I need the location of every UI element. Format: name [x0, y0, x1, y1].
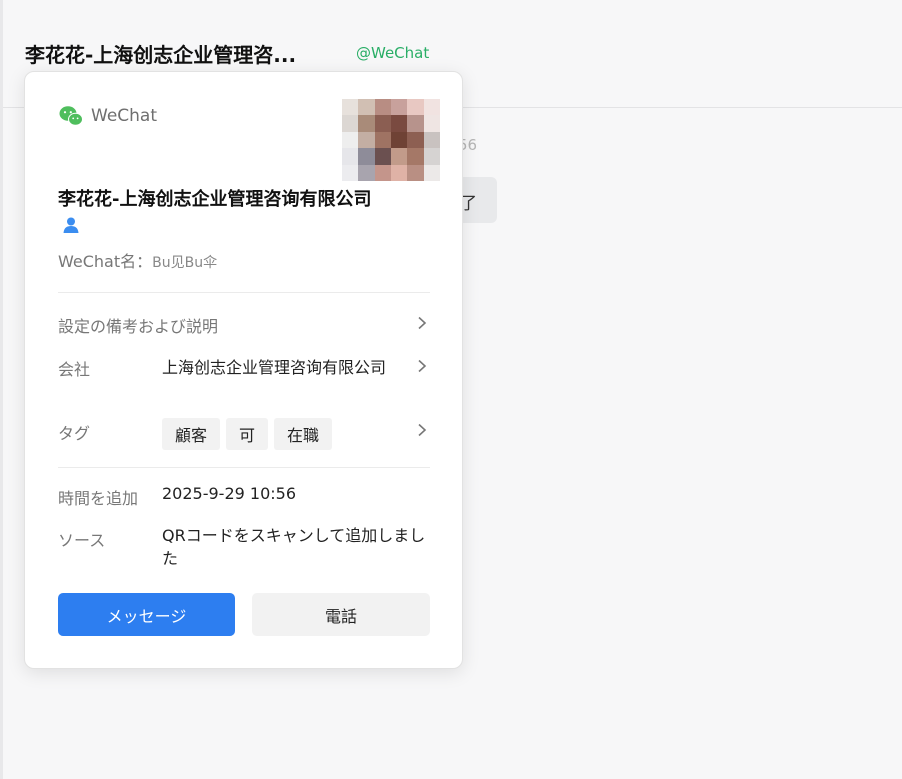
chevron-right-icon[interactable] — [416, 315, 428, 330]
message-button[interactable]: メッセージ — [58, 593, 235, 636]
contact-name-text: 李花花-上海创志企业管理咨询有限公司 — [58, 189, 372, 210]
wechat-id: WeChat名：Bu见Bu伞 — [58, 248, 217, 272]
tag-employed[interactable]: 在職 — [274, 418, 333, 450]
chat-title: 李花花-上海创志企业管理咨... — [25, 43, 297, 67]
wechat-badge: @WeChat — [356, 44, 430, 62]
remark-label[interactable]: 設定の備考および説明 — [58, 313, 218, 337]
company-value: 上海创志企业管理咨询有限公司 — [162, 358, 387, 377]
contact-name: 李花花-上海创志企业管理咨询有限公司 — [58, 186, 378, 242]
wechat-id-label: WeChat名： — [58, 252, 153, 271]
tags-label: タグ — [58, 424, 91, 443]
divider — [58, 292, 430, 293]
tag-customer[interactable]: 顧客 — [162, 418, 221, 450]
call-button[interactable]: 電話 — [252, 593, 430, 636]
wechat-app-label: WeChat — [91, 106, 157, 126]
left-rail — [0, 0, 3, 779]
added-time-value: 2025-9-29 10:56 — [162, 484, 296, 503]
contact-card: WeChat 李花花-上海创志企业管理咨询有限公司 WeChat名：Bu见Bu伞… — [24, 71, 463, 669]
chevron-right-icon[interactable] — [416, 422, 428, 437]
source-value: QRコードをスキャンして追加しました — [162, 526, 426, 568]
person-icon — [62, 215, 80, 242]
divider — [58, 467, 430, 468]
avatar[interactable] — [342, 99, 440, 181]
company-label: 会社 — [58, 360, 91, 379]
added-time-label: 時間を追加 — [58, 489, 139, 508]
tag-list: 顧客 可 在職 — [162, 418, 333, 450]
wechat-id-value: Bu见Bu伞 — [152, 255, 218, 271]
wechat-icon — [59, 106, 83, 126]
wechat-logo: WeChat — [59, 105, 157, 127]
source-label: ソース — [58, 531, 106, 550]
chevron-right-icon[interactable] — [416, 358, 428, 373]
tag-ok[interactable]: 可 — [226, 418, 269, 450]
